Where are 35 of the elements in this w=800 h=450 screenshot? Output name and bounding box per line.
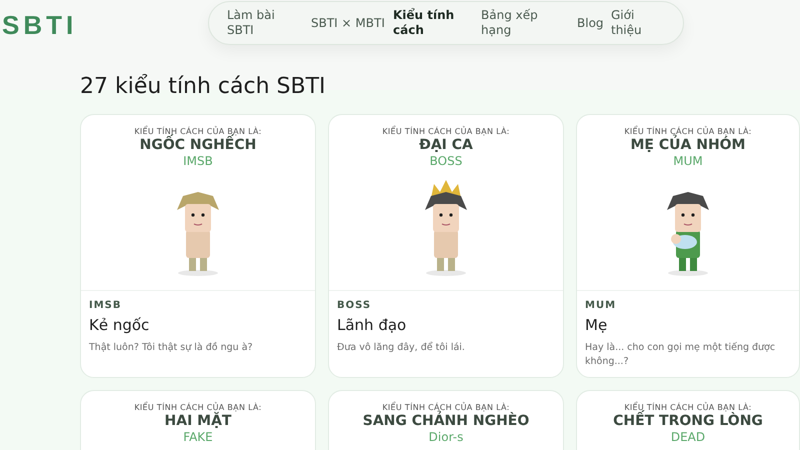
type-code: MUM — [585, 299, 618, 312]
type-code: BOSS — [337, 299, 372, 312]
page-heading: 27 kiểu tính cách SBTI — [80, 74, 327, 100]
personality-card[interactable]: KIỂU TÍNH CÁCH CỦA BẠN LÀ: NGỐC NGHẾCH IMSB IMSB Kẻ ngốc Thật luôn? Tôi thật sự là đồ ngu à? — [80, 114, 316, 378]
nav-link[interactable]: Blog — [573, 16, 607, 30]
personality-card[interactable]: KIỂU TÍNH CÁCH CỦA BẠN LÀ: HAI MẶT FAKE — [80, 390, 316, 450]
poster-code: MUM — [673, 154, 703, 168]
poster-code: FAKE — [183, 430, 213, 444]
poster-title: SANG CHẢNH NGHÈO — [362, 413, 530, 430]
type-quote: Đưa vô lăng đây, để tôi lái. — [337, 341, 466, 356]
nav-link[interactable]: SBTI × MBTI — [307, 16, 389, 30]
type-name: Mẹ — [585, 315, 608, 336]
nav-link[interactable]: Giới thiệu — [607, 8, 667, 38]
personality-card[interactable]: KIỂU TÍNH CÁCH CỦA BẠN LÀ: MẸ CỦA NHÓM MUM MUM Mẹ Hay là... cho con gọi mẹ một tiếng được không...? — [576, 114, 800, 378]
type-code: IMSB — [89, 299, 122, 312]
poster-code: DEAD — [670, 430, 706, 444]
nav-link[interactable]: Làm bài SBTI — [223, 8, 307, 38]
nav-link[interactable]: Bảng xếp hạng — [477, 8, 573, 38]
poster-title: HAI MẶT — [164, 413, 232, 430]
type-quote: Thật luôn? Tôi thật sự là đồ ngu à? — [89, 341, 254, 356]
poster-code: Dior-s — [428, 430, 464, 444]
poster-caption: KIỂU TÍNH CÁCH CỦA BẠN LÀ: — [382, 127, 510, 138]
personality-card[interactable]: KIỂU TÍNH CÁCH CỦA BẠN LÀ: CHẾT TRONG LÒNG DEAD — [576, 390, 800, 450]
type-name: Lãnh đạo — [337, 315, 408, 336]
poster-caption: KIỂU TÍNH CÁCH CỦA BẠN LÀ: — [134, 403, 262, 412]
personality-card[interactable]: KIỂU TÍNH CÁCH CỦA BẠN LÀ: ĐẠI CA BOSS BOSS Lãnh đạo Đưa vô lăng đây, để tôi lái. — [328, 114, 564, 378]
poster-title: MẸ CỦA NHÓM — [630, 137, 746, 154]
poster-title: ĐẠI CA — [419, 137, 473, 154]
site-logo[interactable]: SBTI — [2, 6, 208, 45]
personality-card[interactable]: KIỂU TÍNH CÁCH CỦA BẠN LÀ: SANG CHẢNH NGHÈO Dior-s — [328, 390, 564, 450]
type-quote: Hay là... cho con gọi mẹ một tiếng được không...? — [585, 341, 776, 370]
poster-code: IMSB — [183, 154, 213, 168]
poster-code: BOSS — [430, 154, 462, 168]
nav-link[interactable]: Kiểu tính cách — [389, 8, 477, 38]
type-name: Kẻ ngốc — [89, 315, 150, 336]
